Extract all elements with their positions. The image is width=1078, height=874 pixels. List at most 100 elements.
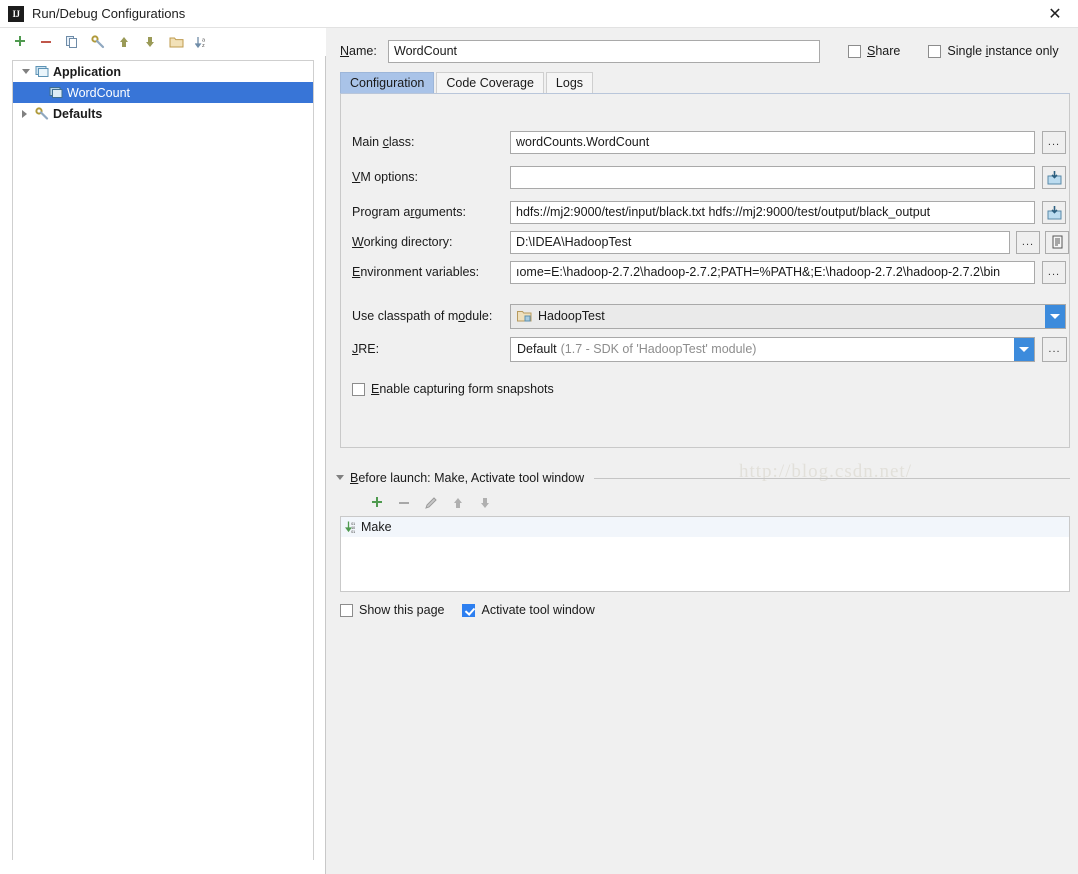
jre-row: JRE: Default (1.7 - SDK of 'HadoopTest' … — [352, 336, 1067, 362]
working-directory-input[interactable]: D:\IDEA\HadoopTest — [510, 230, 1010, 254]
tree-node-label: Application — [53, 64, 122, 79]
sort-az-icon[interactable]: a z — [194, 34, 210, 50]
jre-hint: (1.7 - SDK of 'HadoopTest' module) — [560, 342, 757, 356]
enable-capturing-checkbox-group[interactable]: Enable capturing form snapshots — [352, 382, 554, 396]
jre-value: Default — [517, 342, 557, 356]
move-up-button[interactable] — [116, 34, 132, 50]
new-folder-icon[interactable] — [168, 34, 184, 50]
jre-browse-button[interactable]: ... — [1042, 336, 1067, 362]
single-instance-checkbox[interactable] — [928, 44, 942, 58]
use-classpath-of-module-row: Use classpath of module: HadoopTest — [352, 303, 1066, 329]
use-classpath-of-module-value: HadoopTest — [538, 309, 605, 323]
tree-node-application[interactable]: Application — [13, 61, 313, 82]
vm-options-label: VM options: — [352, 170, 419, 184]
program-arguments-input[interactable]: hdfs://mj2:9000/test/input/black.txt hdf… — [510, 200, 1035, 224]
enable-capturing-checkbox[interactable] — [352, 382, 365, 396]
activate-tool-window-checkbox[interactable] — [462, 603, 476, 617]
vm-options-input[interactable] — [510, 165, 1035, 189]
vm-options-row: VM options: — [352, 165, 1066, 189]
use-classpath-of-module-label: Use classpath of module: — [352, 309, 493, 323]
name-label: Name: — [340, 44, 377, 58]
remove-task-button[interactable] — [396, 495, 412, 511]
move-down-button[interactable] — [142, 34, 158, 50]
name-row: Name: Share Single instance only — [340, 38, 1070, 64]
environment-variables-input[interactable]: ıome=E:\hadoop-2.7.2\hadoop-2.7.2;PATH=%… — [510, 260, 1035, 284]
tree-node-wordcount[interactable]: WordCount — [13, 82, 313, 103]
wrench-icon[interactable] — [90, 34, 106, 50]
tree-node-defaults[interactable]: Defaults — [13, 103, 313, 124]
tab-logs[interactable]: Logs — [545, 72, 594, 93]
vm-options-expand-editor-icon[interactable] — [1042, 165, 1066, 189]
working-directory-browse-button[interactable]: ... — [1016, 230, 1040, 254]
move-task-up-button[interactable] — [450, 495, 466, 511]
enable-capturing-label: Enable capturing form snapshots — [371, 382, 554, 396]
module-folder-icon — [517, 310, 532, 323]
close-icon[interactable]: ✕ — [1032, 0, 1078, 28]
window-title: Run/Debug Configurations — [32, 6, 186, 21]
window-titlebar: IJ Run/Debug Configurations ✕ — [0, 0, 1078, 28]
working-directory-row: Working directory: D:\IDEA\HadoopTest ..… — [352, 230, 1069, 254]
wrench-icon — [35, 107, 49, 120]
copy-icon[interactable] — [64, 34, 80, 50]
tree-node-label: Defaults — [53, 106, 103, 121]
run-debug-configurations-dialog: IJ Run/Debug Configurations ✕ a z Applic… — [0, 0, 1078, 874]
before-launch-toolbar — [340, 492, 1070, 514]
program-arguments-row: Program arguments: hdfs://mj2:9000/test/… — [352, 200, 1066, 224]
tab-configuration[interactable]: Configuration — [340, 72, 435, 93]
jre-label: JRE: — [352, 342, 380, 356]
configuration-editor-panel: Name: Share Single instance only Configu… — [327, 28, 1078, 874]
tree-node-label: WordCount — [67, 85, 130, 100]
collapse-toggle-icon[interactable] — [19, 107, 33, 121]
single-instance-label: Single instance only — [947, 44, 1059, 58]
single-instance-checkbox-group[interactable]: Single instance only — [928, 44, 1059, 58]
jre-combo[interactable]: Default (1.7 - SDK of 'HadoopTest' modul… — [510, 336, 1035, 362]
activate-tool-window-checkbox-group[interactable]: Activate tool window — [462, 603, 595, 617]
expand-toggle-icon[interactable] — [19, 65, 33, 79]
before-launch-title: Before launch: Make, Activate tool windo… — [350, 471, 585, 485]
share-label: Share — [867, 44, 901, 58]
enable-capturing-row: Enable capturing form snapshots — [352, 377, 554, 401]
list-item[interactable]: 01 10 01 Make — [341, 517, 1069, 537]
environment-variables-browse-button[interactable]: ... — [1042, 260, 1066, 284]
tree-toolbar: a z — [0, 28, 326, 56]
add-button[interactable] — [12, 34, 28, 50]
main-class-label: Main class: — [352, 135, 415, 149]
application-icon — [35, 65, 49, 78]
intellij-idea-icon: IJ — [8, 5, 24, 22]
insert-macro-icon[interactable] — [1045, 230, 1069, 254]
before-launch-options: Show this page Activate tool window — [340, 598, 940, 622]
before-launch-separator — [594, 477, 1070, 479]
main-class-row: Main class: wordCounts.WordCount ... — [352, 130, 1066, 154]
show-this-page-checkbox-group[interactable]: Show this page — [340, 603, 444, 617]
before-launch-header[interactable]: Before launch: Make, Activate tool windo… — [334, 470, 1070, 486]
program-arguments-label: Program arguments: — [352, 205, 466, 219]
program-arguments-expand-editor-icon[interactable] — [1042, 200, 1066, 224]
chevron-down-icon[interactable] — [1014, 337, 1034, 361]
use-classpath-of-module-combo[interactable]: HadoopTest — [510, 303, 1066, 329]
share-checkbox[interactable] — [848, 44, 861, 58]
main-class-input[interactable]: wordCounts.WordCount — [510, 130, 1035, 154]
svg-text:z: z — [202, 43, 205, 49]
main-class-browse-button[interactable]: ... — [1042, 130, 1066, 154]
share-checkbox-group[interactable]: Share — [848, 44, 900, 58]
configuration-form: Main class: wordCounts.WordCount ... VM … — [340, 94, 1070, 448]
activate-tool-window-label: Activate tool window — [481, 603, 595, 617]
move-task-down-button[interactable] — [477, 495, 493, 511]
list-item-label: Make — [361, 520, 392, 534]
tab-code-coverage[interactable]: Code Coverage — [436, 72, 544, 93]
edit-task-pencil-icon[interactable] — [423, 495, 439, 511]
add-task-button[interactable] — [369, 495, 385, 511]
environment-variables-row: Environment variables: ıome=E:\hadoop-2.… — [352, 260, 1066, 284]
remove-button[interactable] — [38, 34, 54, 50]
configurations-tree[interactable]: Application WordCount Defaults — [12, 60, 314, 860]
show-this-page-checkbox[interactable] — [340, 603, 353, 617]
application-icon — [49, 86, 63, 99]
before-launch-task-list[interactable]: 01 10 01 Make — [340, 516, 1070, 592]
name-input[interactable] — [388, 39, 820, 63]
show-this-page-label: Show this page — [359, 603, 445, 617]
working-directory-label: Working directory: — [352, 235, 453, 249]
chevron-down-icon[interactable] — [1045, 304, 1065, 328]
svg-text:01: 01 — [351, 529, 355, 533]
before-launch-expand-icon[interactable] — [334, 472, 346, 484]
configurations-tree-panel: a z Application WordCount Defaults — [0, 28, 326, 874]
